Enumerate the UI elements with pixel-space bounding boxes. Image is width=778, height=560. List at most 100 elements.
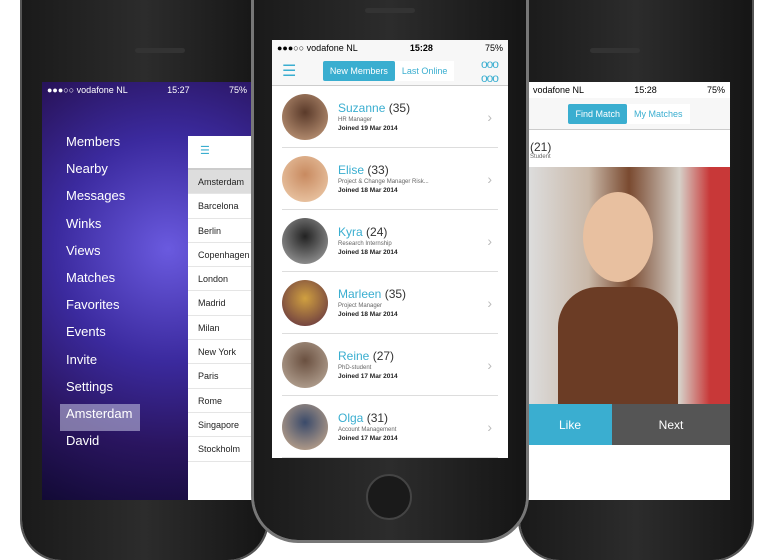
member-name: Elise [338,163,365,177]
member-name: Kyra [338,225,363,239]
chevron-right-icon: › [487,108,492,125]
member-age: (35) [388,101,411,115]
tab-last-online[interactable]: Last Online [394,60,455,81]
member-info: Kyra (24) Research Internship Joined 18 … [338,225,398,256]
chevron-right-icon: › [487,170,492,187]
avatar [282,341,328,388]
middle-speaker [365,8,415,13]
member-info: Olga (31) Account Management Joined 17 M… [338,411,398,442]
menu-item[interactable]: Messages [60,186,140,213]
hamburger-icon[interactable]: ☰ [188,136,252,170]
menu-item[interactable]: Views [60,241,140,268]
match-header: Find Match My Matches [528,98,730,130]
carrier: ●●●○○ vodafone NL [277,43,358,53]
status-bar: ●●●○○ vodafone NL 15:28 75% [272,40,508,56]
member-row[interactable]: Elise (33) Project & Change Manager Risk… [282,148,498,210]
member-list: Suzanne (35) HR Manager Joined 19 Mar 20… [272,86,508,458]
like-button[interactable]: Like [528,404,612,445]
city-item[interactable]: New York [188,340,252,365]
next-button[interactable]: Next [612,404,730,445]
tab-new-members[interactable]: New Members [322,60,395,81]
menu-item[interactable]: Favorites [60,295,140,322]
profile-photo[interactable] [528,167,730,404]
tab-my-matches[interactable]: My Matches [627,103,690,124]
member-row[interactable]: Suzanne (35) HR Manager Joined 19 Mar 20… [282,86,498,148]
member-name: Reine [338,349,370,363]
member-name: Marleen [338,287,382,301]
city-item[interactable]: Amsterdam [188,170,252,195]
city-item[interactable]: Milan [188,316,252,341]
member-name-line: Olga (31) [338,411,398,425]
menu-item[interactable]: Nearby [60,159,140,186]
member-joined: Joined 17 Mar 2014 [338,373,398,380]
menu-item[interactable]: Matches [60,268,140,295]
carrier: vodafone NL [533,85,585,95]
avatar [282,93,328,140]
photo-face [583,192,653,282]
avatar [282,155,328,202]
city-item[interactable]: Berlin [188,219,252,243]
member-joined: Joined 18 Mar 2014 [338,311,398,318]
city-item[interactable]: Rome [188,389,252,413]
member-joined: Joined 17 Mar 2014 [338,435,398,442]
chevron-right-icon: › [487,356,492,373]
member-row[interactable]: Marleen (35) Project Manager Joined 18 M… [282,272,498,334]
city-item[interactable]: Paris [188,364,252,389]
status-bar: ●●●○○ vodafone NL 15:27 75% [42,82,252,98]
member-joined: Joined 19 Mar 2014 [338,125,398,132]
member-info: Reine (27) PhD-student Joined 17 Mar 201… [338,349,398,380]
photo-coat [558,287,678,404]
city-item[interactable]: Madrid [188,291,252,316]
member-age: (27) [372,349,395,363]
avatar [282,403,328,450]
menu-item[interactable]: David [60,431,140,458]
menu-item[interactable]: Events [60,322,140,349]
member-row[interactable]: Reine (27) PhD-student Joined 17 Mar 201… [282,334,498,396]
menu-item[interactable]: Settings [60,377,140,404]
member-name: Suzanne [338,101,386,115]
grid-icon[interactable]: ooo ooo [481,57,499,85]
member-age: (24) [366,225,388,239]
member-name-line: Elise (33) [338,163,429,177]
member-row[interactable]: Olga (31) Account Management Joined 17 M… [282,396,498,458]
member-name-line: Reine (27) [338,349,398,363]
side-menu: Members Nearby Messages Winks Views Matches Fa… [60,132,140,458]
menu-item[interactable]: Members [60,132,140,159]
chevron-right-icon: › [487,418,492,435]
new-members-screen: ●●●○○ vodafone NL 15:28 75% ☰ New Member… [272,40,508,458]
member-job: Project & Change Manager Risk... [338,179,429,185]
city-item[interactable]: Singapore [188,413,252,438]
city-item[interactable]: Barcelona [188,194,252,219]
member-info: Elise (33) Project & Change Manager Risk… [338,163,429,194]
time: 15:27 [167,85,190,95]
member-row[interactable]: Kyra (24) Research Internship Joined 18 … [282,210,498,272]
menu-item[interactable]: Amsterdam [60,403,140,432]
battery: 75% [706,85,725,95]
city-item[interactable]: Stockholm [188,437,252,462]
member-name-line: Suzanne (35) [338,101,410,115]
member-joined: Joined 18 Mar 2014 [338,249,398,256]
member-age: (31) [366,411,389,425]
members-header: ☰ New Members Last Online ooo ooo [272,56,508,86]
member-job: Project Manager [338,303,383,309]
tab-find-match[interactable]: Find Match [568,103,627,124]
profile-age: (21) [530,140,552,154]
city-item[interactable]: Copenhagen [188,243,252,268]
member-age: (35) [384,287,407,301]
carrier: ●●●○○ vodafone NL [47,85,128,95]
hamburger-icon[interactable]: ☰ [282,61,296,81]
member-name-line: Marleen (35) [338,287,406,301]
member-info: Marleen (35) Project Manager Joined 18 M… [338,287,406,318]
city-item[interactable]: London [188,267,252,292]
left-speaker [135,48,185,53]
avatar [282,279,328,326]
avatar [282,217,328,264]
right-speaker [590,48,640,53]
chevron-right-icon: › [487,294,492,311]
menu-item[interactable]: Invite [60,350,140,377]
member-job: PhD-student [338,365,372,371]
menu-item[interactable]: Winks [60,214,140,241]
member-job: HR Manager [338,117,373,123]
home-button[interactable] [366,474,412,520]
member-info: Suzanne (35) HR Manager Joined 19 Mar 20… [338,101,410,132]
